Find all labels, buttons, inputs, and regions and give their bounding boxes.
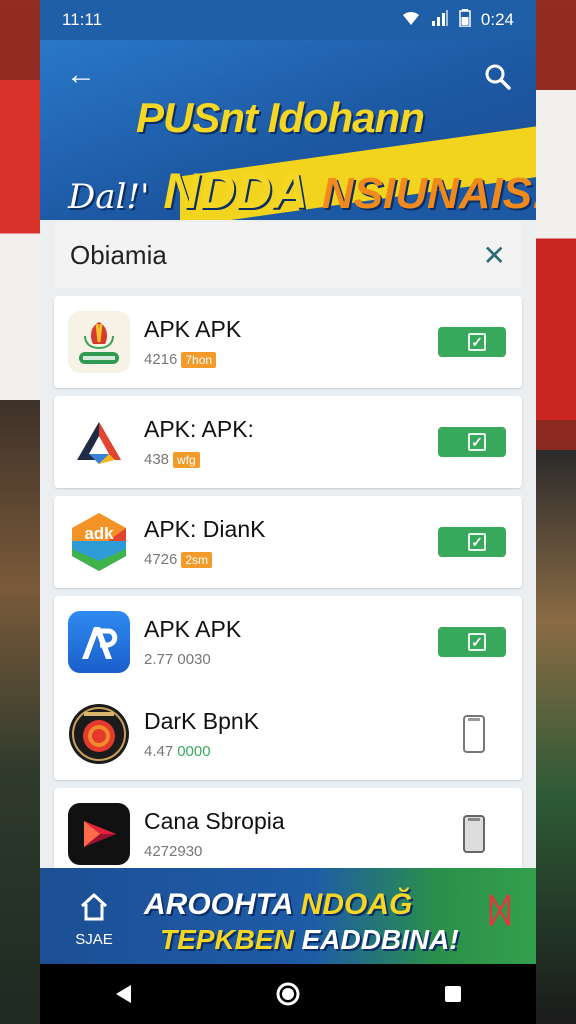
banner-title: PUSnt Idohann	[136, 94, 425, 141]
wifi-icon	[401, 10, 421, 30]
crowd-left-decoration	[0, 400, 40, 1024]
app-row[interactable]: APK: APK: 438 wfg ✓	[54, 396, 522, 488]
app-name: APK APK	[144, 616, 242, 642]
app-name: DarK BpnK	[144, 708, 260, 734]
triangle-logo-icon	[68, 411, 130, 473]
close-icon: ✕	[482, 239, 506, 271]
bottom-banner: SJAE AROOHTA NDOAĞ TEPKBEN EADDBINA! ᛞ	[40, 868, 536, 964]
installed-toggle[interactable]: ✓	[438, 327, 506, 357]
app-card[interactable]: APK: APK: 438 wfg ✓	[54, 396, 522, 488]
decorative-glyph-icon: ᛞ	[489, 892, 510, 930]
meta-badge: 7hon	[181, 351, 217, 368]
list-header: Obiamia ✕	[54, 222, 522, 288]
list-title: Obiamia	[70, 239, 167, 270]
app-name: APK: APK:	[144, 416, 254, 442]
phone-device-icon	[463, 715, 485, 753]
arrow-left-icon: ←	[66, 58, 96, 91]
app-name: APK: DianK	[144, 516, 266, 542]
check-icon: ✓	[468, 333, 486, 351]
app-row[interactable]: APK APK 2.77 0030 ✓	[54, 596, 522, 688]
device-button[interactable]	[440, 814, 508, 854]
red-play-icon	[68, 803, 130, 865]
installed-toggle[interactable]: ✓	[438, 427, 506, 457]
phone-device-icon	[463, 815, 485, 853]
nav-recents-button[interactable]	[423, 972, 483, 1016]
nav-home-button[interactable]	[258, 972, 318, 1016]
phone-screen: 11:11 0:24 ← PUSnt Idohann Dal!' NDDA NS…	[40, 0, 536, 1024]
battery-icon	[459, 9, 471, 31]
app-list-panel: Obiamia ✕ APK APK 4216 7hon ✓ APK: APK: …	[54, 222, 522, 880]
search-button[interactable]	[482, 62, 514, 94]
status-clock-right: 0:24	[480, 10, 514, 29]
banner-script-text: Dal!'	[68, 177, 150, 217]
check-icon: ✓	[468, 433, 486, 451]
banner-subtitle: Dal!' NDDA NSIUNAIS!	[68, 162, 536, 220]
svg-text:adk: adk	[84, 524, 114, 543]
garuda-logo-icon	[68, 311, 130, 373]
device-button[interactable]	[440, 714, 508, 754]
dark-circle-icon	[68, 703, 130, 765]
app-name: APK APK	[144, 316, 242, 342]
circle-home-icon	[276, 982, 300, 1006]
flag-left-decoration	[0, 80, 40, 400]
bottom-banner-line-1: AROOHTA NDOAĞ	[144, 888, 413, 921]
meta-badge: wfg	[173, 451, 200, 468]
bottom-banner-line-2: TEPKBEN EADDBINA!	[160, 924, 459, 955]
search-icon	[485, 64, 511, 90]
header-banner: ← PUSnt Idohann Dal!' NDDA NSIUNAIS!	[40, 40, 536, 220]
check-icon: ✓	[468, 633, 486, 651]
meta-badge: 2sm	[181, 551, 213, 568]
triangle-back-icon	[115, 985, 131, 1003]
home-tab[interactable]: SJAE	[68, 892, 120, 948]
status-bar: 11:11 0:24	[40, 0, 536, 40]
adk-hexagon-icon: adk	[68, 511, 130, 573]
installed-toggle[interactable]: ✓	[438, 627, 506, 657]
installed-toggle[interactable]: ✓	[438, 527, 506, 557]
app-row[interactable]: Cana Sbropia 4272930	[54, 788, 522, 880]
ap-store-icon	[68, 611, 130, 673]
square-recents-icon	[445, 986, 462, 1002]
back-button[interactable]: ←	[66, 60, 96, 90]
close-button[interactable]: ✕	[483, 239, 506, 272]
home-icon	[80, 893, 108, 921]
check-icon: ✓	[468, 533, 486, 551]
banner-big-text-2: NSIUNAIS!	[321, 169, 536, 218]
app-name: Cana Sbropia	[144, 808, 285, 834]
system-nav-bar	[40, 964, 536, 1024]
app-card[interactable]: Cana Sbropia 4272930	[54, 788, 522, 880]
app-card[interactable]: adk APK: DianK 4726 2sm ✓	[54, 496, 522, 588]
app-row[interactable]: APK APK 4216 7hon ✓	[54, 296, 522, 388]
app-meta: 4216 7hon	[144, 351, 438, 368]
flag-right-decoration	[536, 90, 576, 420]
app-meta: 438 wfg	[144, 451, 438, 468]
app-meta: 4272930	[144, 843, 203, 860]
app-meta: 4.47 0000	[144, 743, 211, 760]
crowd-right-decoration	[536, 450, 576, 1024]
app-card[interactable]: APK APK 2.77 0030 ✓ DarK BpnK 4.47 0000	[54, 596, 522, 780]
banner-big-text-1: NDDA	[163, 163, 308, 219]
signal-icon	[431, 10, 449, 30]
app-meta: 2.77 0030	[144, 651, 211, 668]
app-card[interactable]: APK APK 4216 7hon ✓	[54, 296, 522, 388]
nav-back-button[interactable]	[93, 972, 153, 1016]
status-time: 11:11	[62, 10, 103, 29]
app-row[interactable]: adk APK: DianK 4726 2sm ✓	[54, 496, 522, 588]
home-label: SJAE	[75, 931, 113, 948]
app-row[interactable]: DarK BpnK 4.47 0000	[54, 688, 522, 780]
app-meta: 4726 2sm	[144, 551, 438, 568]
